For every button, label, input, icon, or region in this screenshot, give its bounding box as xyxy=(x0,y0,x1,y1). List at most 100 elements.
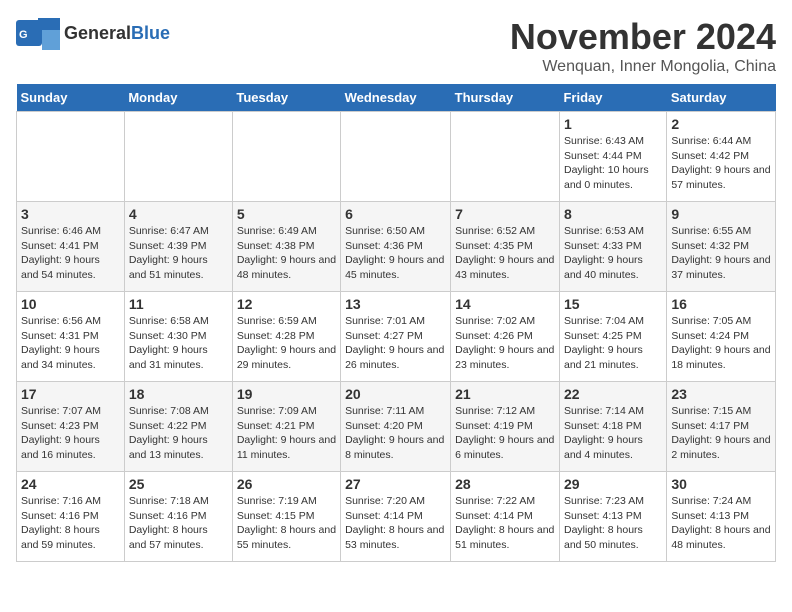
day-number: 28 xyxy=(455,476,555,492)
day-number: 12 xyxy=(237,296,336,312)
day-number: 25 xyxy=(129,476,228,492)
calendar-cell: 8 Sunrise: 6:53 AM Sunset: 4:33 PM Daylig… xyxy=(559,202,666,292)
calendar-body: 1 Sunrise: 6:43 AM Sunset: 4:44 PM Daylig… xyxy=(17,112,776,562)
calendar-cell: 1 Sunrise: 6:43 AM Sunset: 4:44 PM Daylig… xyxy=(559,112,666,202)
day-info: Sunrise: 6:53 AM Sunset: 4:33 PM Dayligh… xyxy=(564,224,662,283)
calendar-cell: 29Sunrise: 7:23 AM Sunset: 4:13 PM Dayli… xyxy=(559,472,666,562)
day-number: 18 xyxy=(129,386,228,402)
calendar-cell: 10 Sunrise: 6:56 AM Sunset: 4:31 PM Dayli… xyxy=(17,292,125,382)
day-number: 1 xyxy=(564,116,662,132)
col-monday: Monday xyxy=(124,84,232,112)
calendar-cell: 13 Sunrise: 7:01 AM Sunset: 4:27 PM Dayli… xyxy=(341,292,451,382)
day-info: Sunrise: 6:43 AM Sunset: 4:44 PM Dayligh… xyxy=(564,134,662,193)
day-info: Sunrise: 7:09 AM Sunset: 4:21 PM Dayligh… xyxy=(237,404,336,463)
day-number: 5 xyxy=(237,206,336,222)
day-number: 23 xyxy=(671,386,771,402)
day-info: Sunrise: 7:14 AM Sunset: 4:18 PM Dayligh… xyxy=(564,404,662,463)
day-number: 16 xyxy=(671,296,771,312)
calendar-cell: 15 Sunrise: 7:04 AM Sunset: 4:25 PM Dayli… xyxy=(559,292,666,382)
calendar-cell: 28 Sunrise: 7:22 AM Sunset: 4:14 PM Dayli… xyxy=(451,472,560,562)
day-info: Sunrise: 7:07 AM Sunset: 4:23 PM Dayligh… xyxy=(21,404,120,463)
day-info: Sunrise: 7:12 AM Sunset: 4:19 PM Dayligh… xyxy=(455,404,555,463)
col-thursday: Thursday xyxy=(451,84,560,112)
day-number: 8 xyxy=(564,206,662,222)
calendar-cell: 23 Sunrise: 7:15 AM Sunset: 4:17 PM Dayli… xyxy=(667,382,776,472)
day-number: 30 xyxy=(671,476,771,492)
calendar-cell: 22 Sunrise: 7:14 AM Sunset: 4:18 PM Dayli… xyxy=(559,382,666,472)
day-number: 13 xyxy=(345,296,446,312)
day-info: Sunrise: 6:46 AM Sunset: 4:41 PM Dayligh… xyxy=(21,224,120,283)
calendar-cell: 26 Sunrise: 7:19 AM Sunset: 4:15 PM Dayli… xyxy=(232,472,340,562)
day-info: Sunrise: 6:44 AM Sunset: 4:42 PM Dayligh… xyxy=(671,134,771,193)
page-header: G GeneralBlue November 2024 Wenquan, Inn… xyxy=(16,16,776,76)
day-info: Sunrise: 6:47 AM Sunset: 4:39 PM Dayligh… xyxy=(129,224,228,283)
month-title: November 2024 xyxy=(510,16,776,58)
calendar-cell: 11 Sunrise: 6:58 AM Sunset: 4:30 PM Dayli… xyxy=(124,292,232,382)
day-info: Sunrise: 6:55 AM Sunset: 4:32 PM Dayligh… xyxy=(671,224,771,283)
day-info: Sunrise: 7:11 AM Sunset: 4:20 PM Dayligh… xyxy=(345,404,446,463)
calendar-cell: 3 Sunrise: 6:46 AM Sunset: 4:41 PM Daylig… xyxy=(17,202,125,292)
calendar-cell xyxy=(451,112,560,202)
col-wednesday: Wednesday xyxy=(341,84,451,112)
day-number: 22 xyxy=(564,386,662,402)
day-info: Sunrise: 7:15 AM Sunset: 4:17 PM Dayligh… xyxy=(671,404,771,463)
calendar-cell: 7Sunrise: 6:52 AM Sunset: 4:35 PM Daylig… xyxy=(451,202,560,292)
day-info: Sunrise: 6:58 AM Sunset: 4:30 PM Dayligh… xyxy=(129,314,228,373)
calendar-cell: 19 Sunrise: 7:09 AM Sunset: 4:21 PM Dayli… xyxy=(232,382,340,472)
calendar-table: Sunday Monday Tuesday Wednesday Thursday… xyxy=(16,84,776,562)
day-info: Sunrise: 7:08 AM Sunset: 4:22 PM Dayligh… xyxy=(129,404,228,463)
calendar-cell xyxy=(124,112,232,202)
calendar-cell xyxy=(341,112,451,202)
day-number: 26 xyxy=(237,476,336,492)
calendar-cell: 16Sunrise: 7:05 AM Sunset: 4:24 PM Dayli… xyxy=(667,292,776,382)
calendar-cell: 17Sunrise: 7:07 AM Sunset: 4:23 PM Dayli… xyxy=(17,382,125,472)
day-number: 4 xyxy=(129,206,228,222)
day-number: 10 xyxy=(21,296,120,312)
day-number: 27 xyxy=(345,476,446,492)
calendar-week-5: 24 Sunrise: 7:16 AM Sunset: 4:16 PM Dayli… xyxy=(17,472,776,562)
day-info: Sunrise: 6:56 AM Sunset: 4:31 PM Dayligh… xyxy=(21,314,120,373)
day-number: 29 xyxy=(564,476,662,492)
calendar-cell: 6Sunrise: 6:50 AM Sunset: 4:36 PM Daylig… xyxy=(341,202,451,292)
calendar-cell: 12Sunrise: 6:59 AM Sunset: 4:28 PM Dayli… xyxy=(232,292,340,382)
day-number: 2 xyxy=(671,116,771,132)
calendar-cell: 27 Sunrise: 7:20 AM Sunset: 4:14 PM Dayli… xyxy=(341,472,451,562)
day-info: Sunrise: 6:50 AM Sunset: 4:36 PM Dayligh… xyxy=(345,224,446,283)
day-info: Sunrise: 7:18 AM Sunset: 4:16 PM Dayligh… xyxy=(129,494,228,553)
calendar-cell: 4 Sunrise: 6:47 AM Sunset: 4:39 PM Daylig… xyxy=(124,202,232,292)
calendar-cell: 30 Sunrise: 7:24 AM Sunset: 4:13 PM Dayli… xyxy=(667,472,776,562)
calendar-header: Sunday Monday Tuesday Wednesday Thursday… xyxy=(17,84,776,112)
logo-icon: G xyxy=(16,16,60,50)
day-number: 9 xyxy=(671,206,771,222)
title-area: November 2024 Wenquan, Inner Mongolia, C… xyxy=(510,16,776,76)
calendar-week-1: 1 Sunrise: 6:43 AM Sunset: 4:44 PM Daylig… xyxy=(17,112,776,202)
calendar-cell: 5 Sunrise: 6:49 AM Sunset: 4:38 PM Daylig… xyxy=(232,202,340,292)
day-number: 14 xyxy=(455,296,555,312)
calendar-week-2: 3 Sunrise: 6:46 AM Sunset: 4:41 PM Daylig… xyxy=(17,202,776,292)
calendar-cell: 21Sunrise: 7:12 AM Sunset: 4:19 PM Dayli… xyxy=(451,382,560,472)
calendar-cell: 25 Sunrise: 7:18 AM Sunset: 4:16 PM Dayli… xyxy=(124,472,232,562)
day-info: Sunrise: 7:16 AM Sunset: 4:16 PM Dayligh… xyxy=(21,494,120,553)
day-number: 24 xyxy=(21,476,120,492)
day-info: Sunrise: 7:04 AM Sunset: 4:25 PM Dayligh… xyxy=(564,314,662,373)
day-number: 11 xyxy=(129,296,228,312)
day-info: Sunrise: 7:01 AM Sunset: 4:27 PM Dayligh… xyxy=(345,314,446,373)
day-info: Sunrise: 7:20 AM Sunset: 4:14 PM Dayligh… xyxy=(345,494,446,553)
day-number: 19 xyxy=(237,386,336,402)
calendar-cell: 20Sunrise: 7:11 AM Sunset: 4:20 PM Dayli… xyxy=(341,382,451,472)
logo: G GeneralBlue xyxy=(16,16,170,50)
calendar-cell: 2 Sunrise: 6:44 AM Sunset: 4:42 PM Daylig… xyxy=(667,112,776,202)
day-info: Sunrise: 7:24 AM Sunset: 4:13 PM Dayligh… xyxy=(671,494,771,553)
col-tuesday: Tuesday xyxy=(232,84,340,112)
calendar-cell: 18 Sunrise: 7:08 AM Sunset: 4:22 PM Dayli… xyxy=(124,382,232,472)
day-info: Sunrise: 7:02 AM Sunset: 4:26 PM Dayligh… xyxy=(455,314,555,373)
day-number: 15 xyxy=(564,296,662,312)
svg-text:G: G xyxy=(19,29,28,41)
day-info: Sunrise: 7:19 AM Sunset: 4:15 PM Dayligh… xyxy=(237,494,336,553)
day-info: Sunrise: 7:22 AM Sunset: 4:14 PM Dayligh… xyxy=(455,494,555,553)
day-info: Sunrise: 6:49 AM Sunset: 4:38 PM Dayligh… xyxy=(237,224,336,283)
calendar-cell xyxy=(232,112,340,202)
col-friday: Friday xyxy=(559,84,666,112)
day-number: 3 xyxy=(21,206,120,222)
day-number: 7 xyxy=(455,206,555,222)
